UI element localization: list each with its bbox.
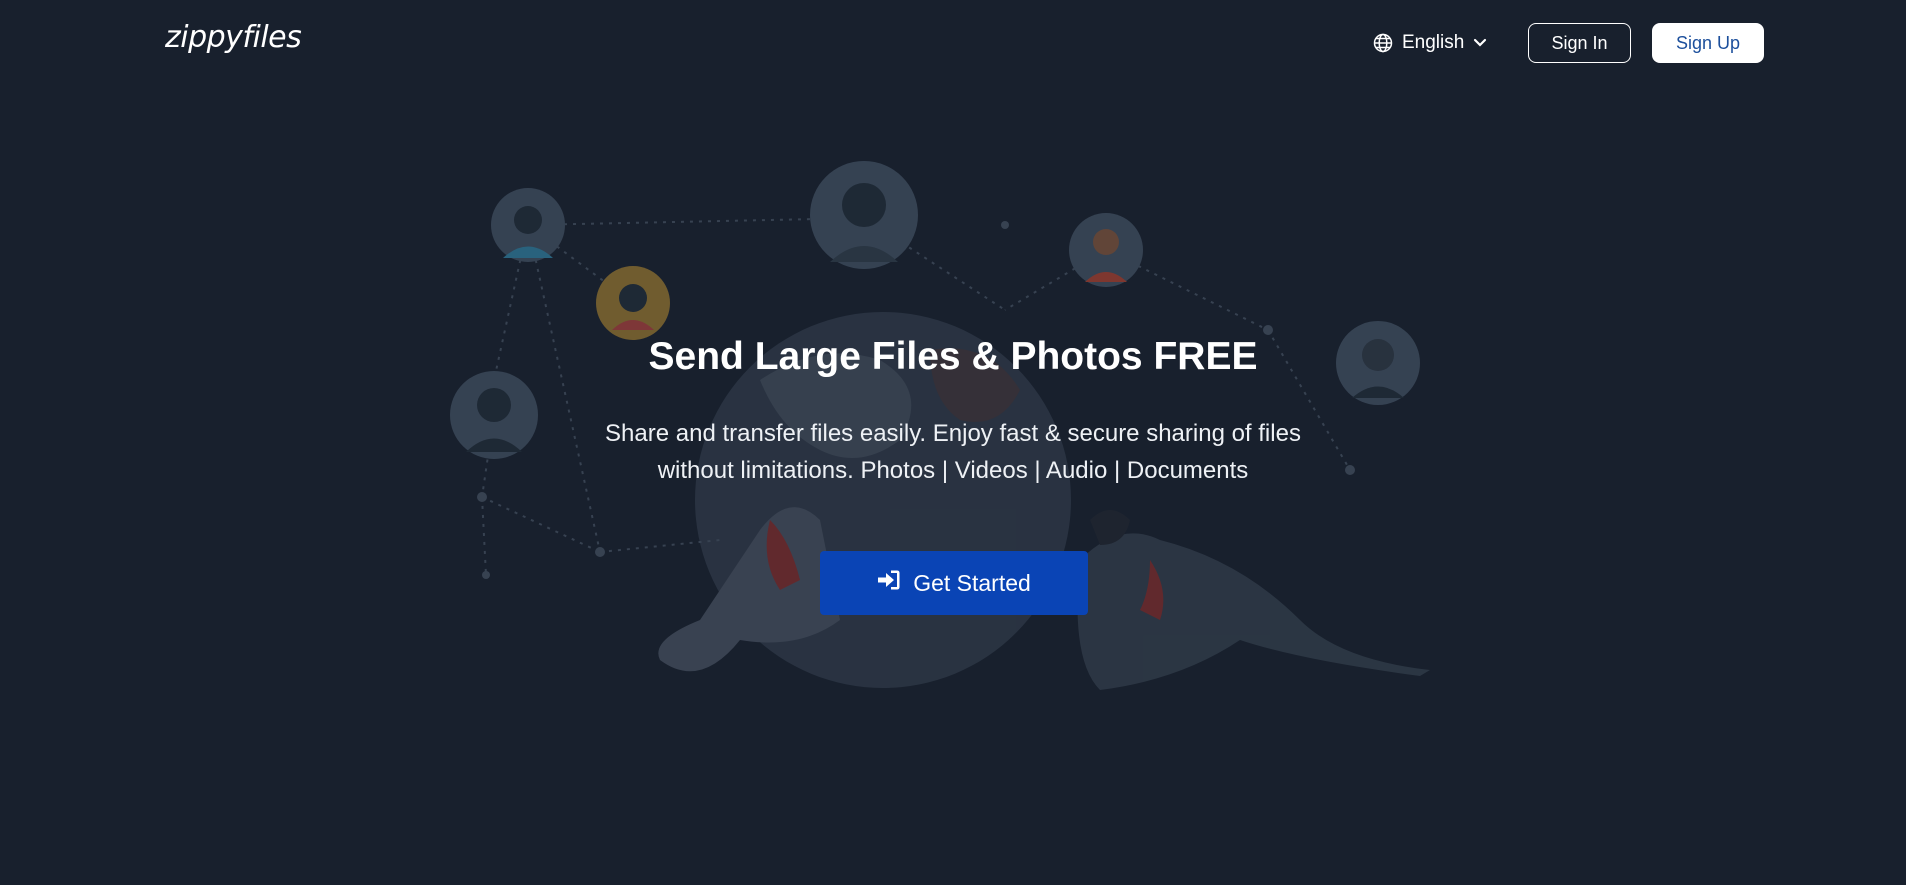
language-selector[interactable]: English (1373, 28, 1487, 58)
sign-up-button[interactable]: Sign Up (1652, 23, 1764, 63)
language-label: English (1402, 32, 1465, 53)
sign-in-arrow-icon (877, 569, 901, 597)
get-started-label: Get Started (913, 569, 1031, 596)
globe-icon (1373, 33, 1393, 53)
hero-title: Send Large Files & Photos FREE (648, 335, 1258, 378)
sign-in-button[interactable]: Sign In (1528, 23, 1631, 63)
top-navbar: zippyfiles English Sign In Sign Up (0, 0, 1906, 88)
hero-subtitle: Share and transfer files easily. Enjoy f… (553, 415, 1353, 489)
hero-subtitle-line-2: without limitations. Photos | Videos | A… (657, 457, 1249, 484)
chevron-down-icon (1473, 38, 1487, 48)
get-started-button[interactable]: Get Started (820, 551, 1088, 615)
hero-subtitle-line-1: Share and transfer files easily. Enjoy f… (605, 420, 1301, 447)
zippyfiles-logo[interactable]: zippyfiles (165, 20, 302, 55)
